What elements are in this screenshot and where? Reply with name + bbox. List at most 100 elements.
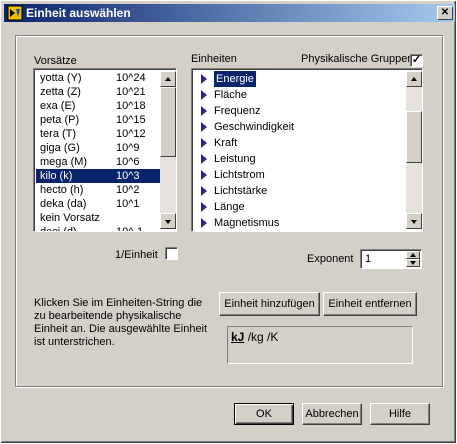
prefix-name: mega (M) [40,156,88,168]
prefix-factor: 10^3 [116,170,140,182]
exponent-label: Exponent [307,253,354,265]
unit-group-item[interactable]: Lichtstärke [194,183,404,199]
unit-group-item[interactable]: Frequenz [194,103,404,119]
unit-group-label: Leistung [214,153,256,165]
prefix-name: peta (P) [40,114,80,126]
exponent-increment-button[interactable] [406,251,420,259]
close-icon: ✕ [440,7,450,18]
unit-string-rest[interactable]: /kg /K [244,330,279,344]
dialog-window: Einheit auswählen ✕ Vorsätze deci (d) 10^… [0,0,457,444]
unit-group-item[interactable]: Lichtstrom [194,167,404,183]
prefix-name: exa (E) [40,100,76,112]
prefix-list-item[interactable]: exa (E) 10^18 [36,99,160,113]
unit-group-item[interactable]: Leistung [194,151,404,167]
prefix-factor: 10^18 [116,100,146,112]
units-listbox[interactable]: Magnetismus Länge Lichtstärke Lichtstrom Lei… [191,68,423,232]
prefixes-label: Vorsätze [34,55,77,67]
prefix-list-item[interactable]: deka (da) 10^1 [36,197,160,211]
unit-group-label: Lichtstärke [214,185,268,197]
close-button[interactable]: ✕ [437,6,453,20]
prefix-list-item[interactable]: giga (G) 10^9 [36,141,160,155]
unit-group-label: Magnetismus [214,217,280,229]
expand-triangle-icon[interactable] [201,202,207,212]
exponent-decrement-button[interactable] [406,259,420,267]
prefix-list-item[interactable]: mega (M) 10^6 [36,155,160,169]
instructions-text: Klicken Sie im Einheiten-String die zu b… [34,297,208,348]
unit-group-label: Energie [214,71,256,87]
units-scroll-up-button[interactable] [406,71,422,87]
unit-group-item[interactable]: Energie [194,71,404,87]
prefix-list-item[interactable]: hecto (h) 10^2 [36,183,160,197]
app-icon [7,5,23,21]
expand-triangle-icon[interactable] [201,154,207,164]
units-scroll-down-button[interactable] [406,213,422,229]
unit-group-label: Frequenz [214,105,261,117]
window-title: Einheit auswählen [26,6,131,20]
prefix-name: yotta (Y) [40,72,82,84]
prefix-name: zetta (Z) [40,86,81,98]
inverse-unit-checkbox[interactable] [165,247,178,260]
prefix-list-item[interactable]: peta (P) 10^15 [36,113,160,127]
expand-triangle-icon[interactable] [201,218,207,228]
prefix-factor: 10^15 [116,114,146,126]
exponent-value: 1 [365,253,372,265]
prefix-listbox[interactable]: deci (d) 10^-1 kein Vorsatz deka (da) 10^1 he… [33,68,177,232]
units-scroll-thumb[interactable] [406,111,422,163]
prefix-factor: 10^1 [116,198,140,210]
title-bar: Einheit auswählen ✕ [4,4,455,22]
prefix-list-item[interactable]: deci (d) 10^-1 [36,225,160,232]
expand-triangle-icon[interactable] [201,138,207,148]
unit-group-item[interactable]: Fläche [194,87,404,103]
prefix-scroll-thumb[interactable] [160,87,176,157]
prefix-scroll-down-button[interactable] [160,213,176,229]
prefix-list-item[interactable]: kein Vorsatz [36,211,160,225]
inverse-unit-label: 1/Einheit [115,249,158,261]
prefix-name: giga (G) [40,142,80,154]
prefix-list-item[interactable]: zetta (Z) 10^21 [36,85,160,99]
unit-string-selected-unit[interactable]: kJ [231,330,244,344]
arrow-down-icon [165,220,171,224]
prefix-name: tera (T) [40,128,77,140]
prefix-list-item[interactable]: tera (T) 10^12 [36,127,160,141]
prefix-list-item[interactable]: yotta (Y) 10^24 [36,71,160,85]
expand-triangle-icon[interactable] [201,186,207,196]
expand-triangle-icon[interactable] [201,122,207,132]
cancel-button[interactable]: Abbrechen [302,403,362,425]
prefix-factor: 10^12 [116,128,146,140]
unit-group-item[interactable]: Kraft [194,135,404,151]
prefix-name: deci (d) [40,226,77,232]
add-unit-button[interactable]: Einheit hinzufügen [219,292,320,316]
expand-triangle-icon[interactable] [201,90,207,100]
arrow-up-icon [165,77,171,81]
prefix-factor: 10^21 [116,86,146,98]
prefix-scrollbar[interactable] [160,71,176,229]
unit-group-item[interactable]: Länge [194,199,404,215]
unit-group-item[interactable]: Magnetismus [194,215,404,231]
prefix-factor: 10^2 [116,184,140,196]
physical-groups-label: Physikalische Gruppen [301,53,414,65]
units-scrollbar[interactable] [406,71,422,229]
prefix-factor: 10^6 [116,156,140,168]
unit-group-item[interactable]: Geschwindigkeit [194,119,404,135]
prefix-name: kilo (k) [40,170,73,182]
prefix-factor: 10^9 [116,142,140,154]
unit-group-label: Kraft [214,137,238,149]
ok-button[interactable]: OK [234,403,294,425]
physical-groups-checkbox[interactable]: ✓ [410,54,423,67]
exponent-spinbox[interactable]: 1 [360,249,422,269]
unit-string-display[interactable]: kJ /kg /K [227,326,413,364]
expand-triangle-icon[interactable] [201,106,207,116]
remove-unit-button[interactable]: Einheit entfernen [323,292,417,316]
unit-group-label: Geschwindigkeit [214,121,295,133]
prefix-scroll-up-button[interactable] [160,71,176,87]
arrow-up-icon [411,77,417,81]
expand-triangle-icon[interactable] [201,74,207,84]
arrow-down-icon [411,220,417,224]
expand-triangle-icon[interactable] [201,170,207,180]
help-button[interactable]: Hilfe [370,403,430,425]
prefix-list-item[interactable]: kilo (k) 10^3 [36,169,160,183]
prefix-name: kein Vorsatz [40,212,100,224]
prefix-name: hecto (h) [40,184,84,196]
units-label: Einheiten [191,53,237,65]
arrow-down-icon [410,261,416,265]
